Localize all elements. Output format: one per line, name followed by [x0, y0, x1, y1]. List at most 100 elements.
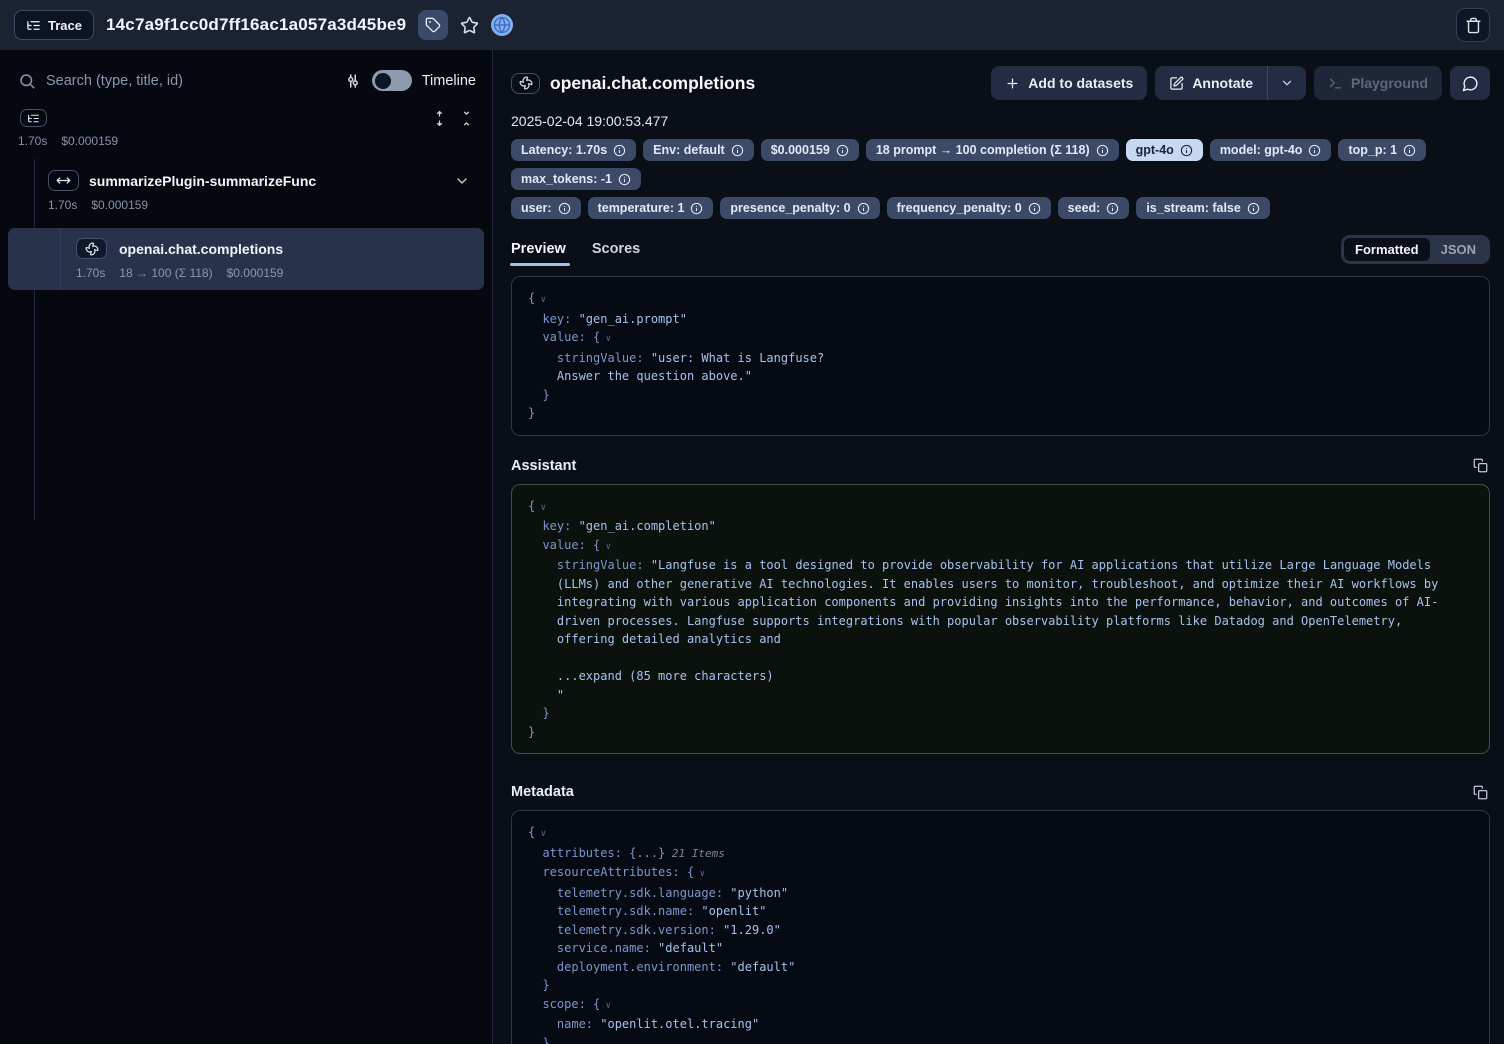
copy-assistant-button[interactable] — [1473, 458, 1488, 473]
view-settings-button[interactable] — [344, 72, 362, 90]
copy-icon — [1473, 785, 1488, 800]
badge-label: max_tokens: -1 — [521, 172, 612, 186]
tree-guide-line — [60, 228, 61, 290]
playground-button[interactable]: Playground — [1314, 66, 1442, 100]
tab-scores[interactable]: Scores — [592, 241, 640, 266]
metadata-badge: seed: — [1058, 197, 1130, 219]
move-horizontal-icon — [56, 173, 71, 188]
search-input[interactable] — [46, 73, 334, 89]
tabs-row: Preview Scores Formatted JSON — [511, 235, 1490, 266]
format-toggle: Formatted JSON — [1341, 235, 1490, 264]
badge-label: Latency: 1.70s — [521, 143, 607, 157]
metadata-section-title: Metadata — [511, 784, 574, 800]
metadata-code-block[interactable]: { ∨ attributes: {...} 21 Items resourceA… — [511, 810, 1490, 1044]
span-chip — [48, 170, 79, 191]
badge-label: model: gpt-4o — [1220, 143, 1303, 157]
tab-preview[interactable]: Preview — [511, 241, 566, 266]
info-icon[interactable] — [836, 144, 849, 157]
info-icon[interactable] — [558, 202, 571, 215]
metadata-badge: Env: default — [643, 139, 754, 161]
info-icon[interactable] — [1308, 144, 1321, 157]
metadata-badge: temperature: 1 — [588, 197, 714, 219]
timeline-toggle[interactable] — [372, 70, 412, 91]
format-option-json[interactable]: JSON — [1430, 238, 1487, 261]
tree-search-row: Timeline — [0, 50, 492, 109]
trace-root-chip — [20, 109, 47, 127]
span-metrics: 1.70s $0.000159 — [48, 198, 476, 212]
trace-detail-page: Trace 14c7a9f1cc0d7ff16ac1a057a3d45be9 — [0, 0, 1504, 1044]
badge-label: temperature: 1 — [598, 201, 685, 215]
fan-icon — [519, 76, 533, 90]
input-code-block[interactable]: { ∨ key: "gen_ai.prompt" value: { ∨ stri… — [511, 276, 1490, 436]
info-icon[interactable] — [1028, 202, 1041, 215]
message-bubble-icon — [1462, 75, 1479, 92]
user-avatar[interactable] — [491, 14, 513, 36]
add-to-datasets-label: Add to datasets — [1028, 75, 1133, 91]
observation-header: openai.chat.completions Add to datasets — [493, 50, 1504, 266]
observation-panel: openai.chat.completions Add to datasets — [493, 50, 1504, 1044]
collapse-all-button[interactable] — [459, 111, 474, 126]
sliders-icon — [344, 72, 362, 90]
add-to-datasets-button[interactable]: Add to datasets — [991, 66, 1147, 100]
metadata-badge: model: gpt-4o — [1210, 139, 1332, 161]
comments-button[interactable] — [1450, 66, 1490, 100]
terminal-icon — [1328, 76, 1343, 91]
metadata-badge: max_tokens: -1 — [511, 168, 641, 190]
root-cost: $0.000159 — [61, 134, 118, 148]
tree-root-row[interactable] — [16, 109, 476, 127]
tag-button[interactable] — [418, 10, 448, 40]
trace-type-badge: Trace — [14, 10, 94, 40]
expand-all-button[interactable] — [432, 111, 447, 126]
info-icon[interactable] — [1180, 144, 1193, 157]
tree-item-span[interactable]: summarizePlugin-summarizeFunc 1.70s $0.0… — [16, 170, 476, 212]
generation-tokens: 18 → 100 (Σ 118) — [119, 266, 212, 280]
trace-badge-label: Trace — [48, 18, 82, 33]
generation-metrics: 1.70s 18 → 100 (Σ 118) $0.000159 — [76, 266, 474, 280]
info-icon[interactable] — [857, 202, 870, 215]
annotate-button[interactable]: Annotate — [1155, 66, 1267, 100]
metadata-badge: top_p: 1 — [1338, 139, 1426, 161]
assistant-code-block[interactable]: { ∨ key: "gen_ai.completion" value: { ∨ … — [511, 484, 1490, 755]
preview-content: { ∨ key: "gen_ai.prompt" value: { ∨ stri… — [493, 266, 1504, 1044]
info-icon[interactable] — [1096, 144, 1109, 157]
delete-trace-button[interactable] — [1456, 8, 1490, 42]
metadata-section-header: Metadata — [511, 784, 1488, 800]
fan-icon — [85, 242, 99, 256]
search-icon — [18, 72, 36, 90]
badge-label: seed: — [1068, 201, 1101, 215]
metadata-badge: Latency: 1.70s — [511, 139, 636, 161]
info-icon[interactable] — [731, 144, 744, 157]
badge-label: frequency_penalty: 0 — [897, 201, 1022, 215]
info-icon[interactable] — [690, 202, 703, 215]
badge-label: $0.000159 — [771, 143, 830, 157]
format-option-formatted[interactable]: Formatted — [1344, 238, 1430, 261]
bookmark-star-button[interactable] — [460, 16, 479, 35]
badge-row-2: user: temperature: 1 — [511, 197, 1490, 219]
trace-tree-sidebar: Timeline — [0, 50, 493, 1044]
copy-metadata-button[interactable] — [1473, 785, 1488, 800]
info-icon[interactable] — [1247, 202, 1260, 215]
root-metrics: 1.70s $0.000159 — [16, 134, 476, 148]
tree-guide-line — [34, 159, 35, 520]
annotate-dropdown-button[interactable] — [1268, 66, 1306, 100]
globe-icon — [492, 15, 512, 35]
generation-label: openai.chat.completions — [119, 241, 474, 257]
span-cost: $0.000159 — [91, 198, 148, 212]
observation-timestamp: 2025-02-04 19:00:53.477 — [511, 113, 1490, 129]
chevron-down-icon — [1280, 76, 1294, 90]
tag-icon — [425, 17, 441, 33]
generation-chip — [76, 238, 107, 259]
plus-icon — [1005, 76, 1020, 91]
info-icon[interactable] — [1403, 144, 1416, 157]
info-icon[interactable] — [1106, 202, 1119, 215]
assistant-section-title: Assistant — [511, 458, 576, 474]
info-icon[interactable] — [618, 173, 631, 186]
toggle-knob — [375, 73, 391, 89]
metadata-badge: gpt-4o — [1126, 139, 1203, 161]
metadata-badge: $0.000159 — [761, 139, 859, 161]
tree-item-generation-selected[interactable]: openai.chat.completions 1.70s 18 → 100 (… — [8, 228, 484, 290]
badge-label: Env: default — [653, 143, 725, 157]
trace-tree: 1.70s $0.000159 summarizePlugin-summariz… — [0, 109, 492, 290]
chevron-down-icon[interactable] — [454, 173, 470, 189]
info-icon[interactable] — [613, 144, 626, 157]
